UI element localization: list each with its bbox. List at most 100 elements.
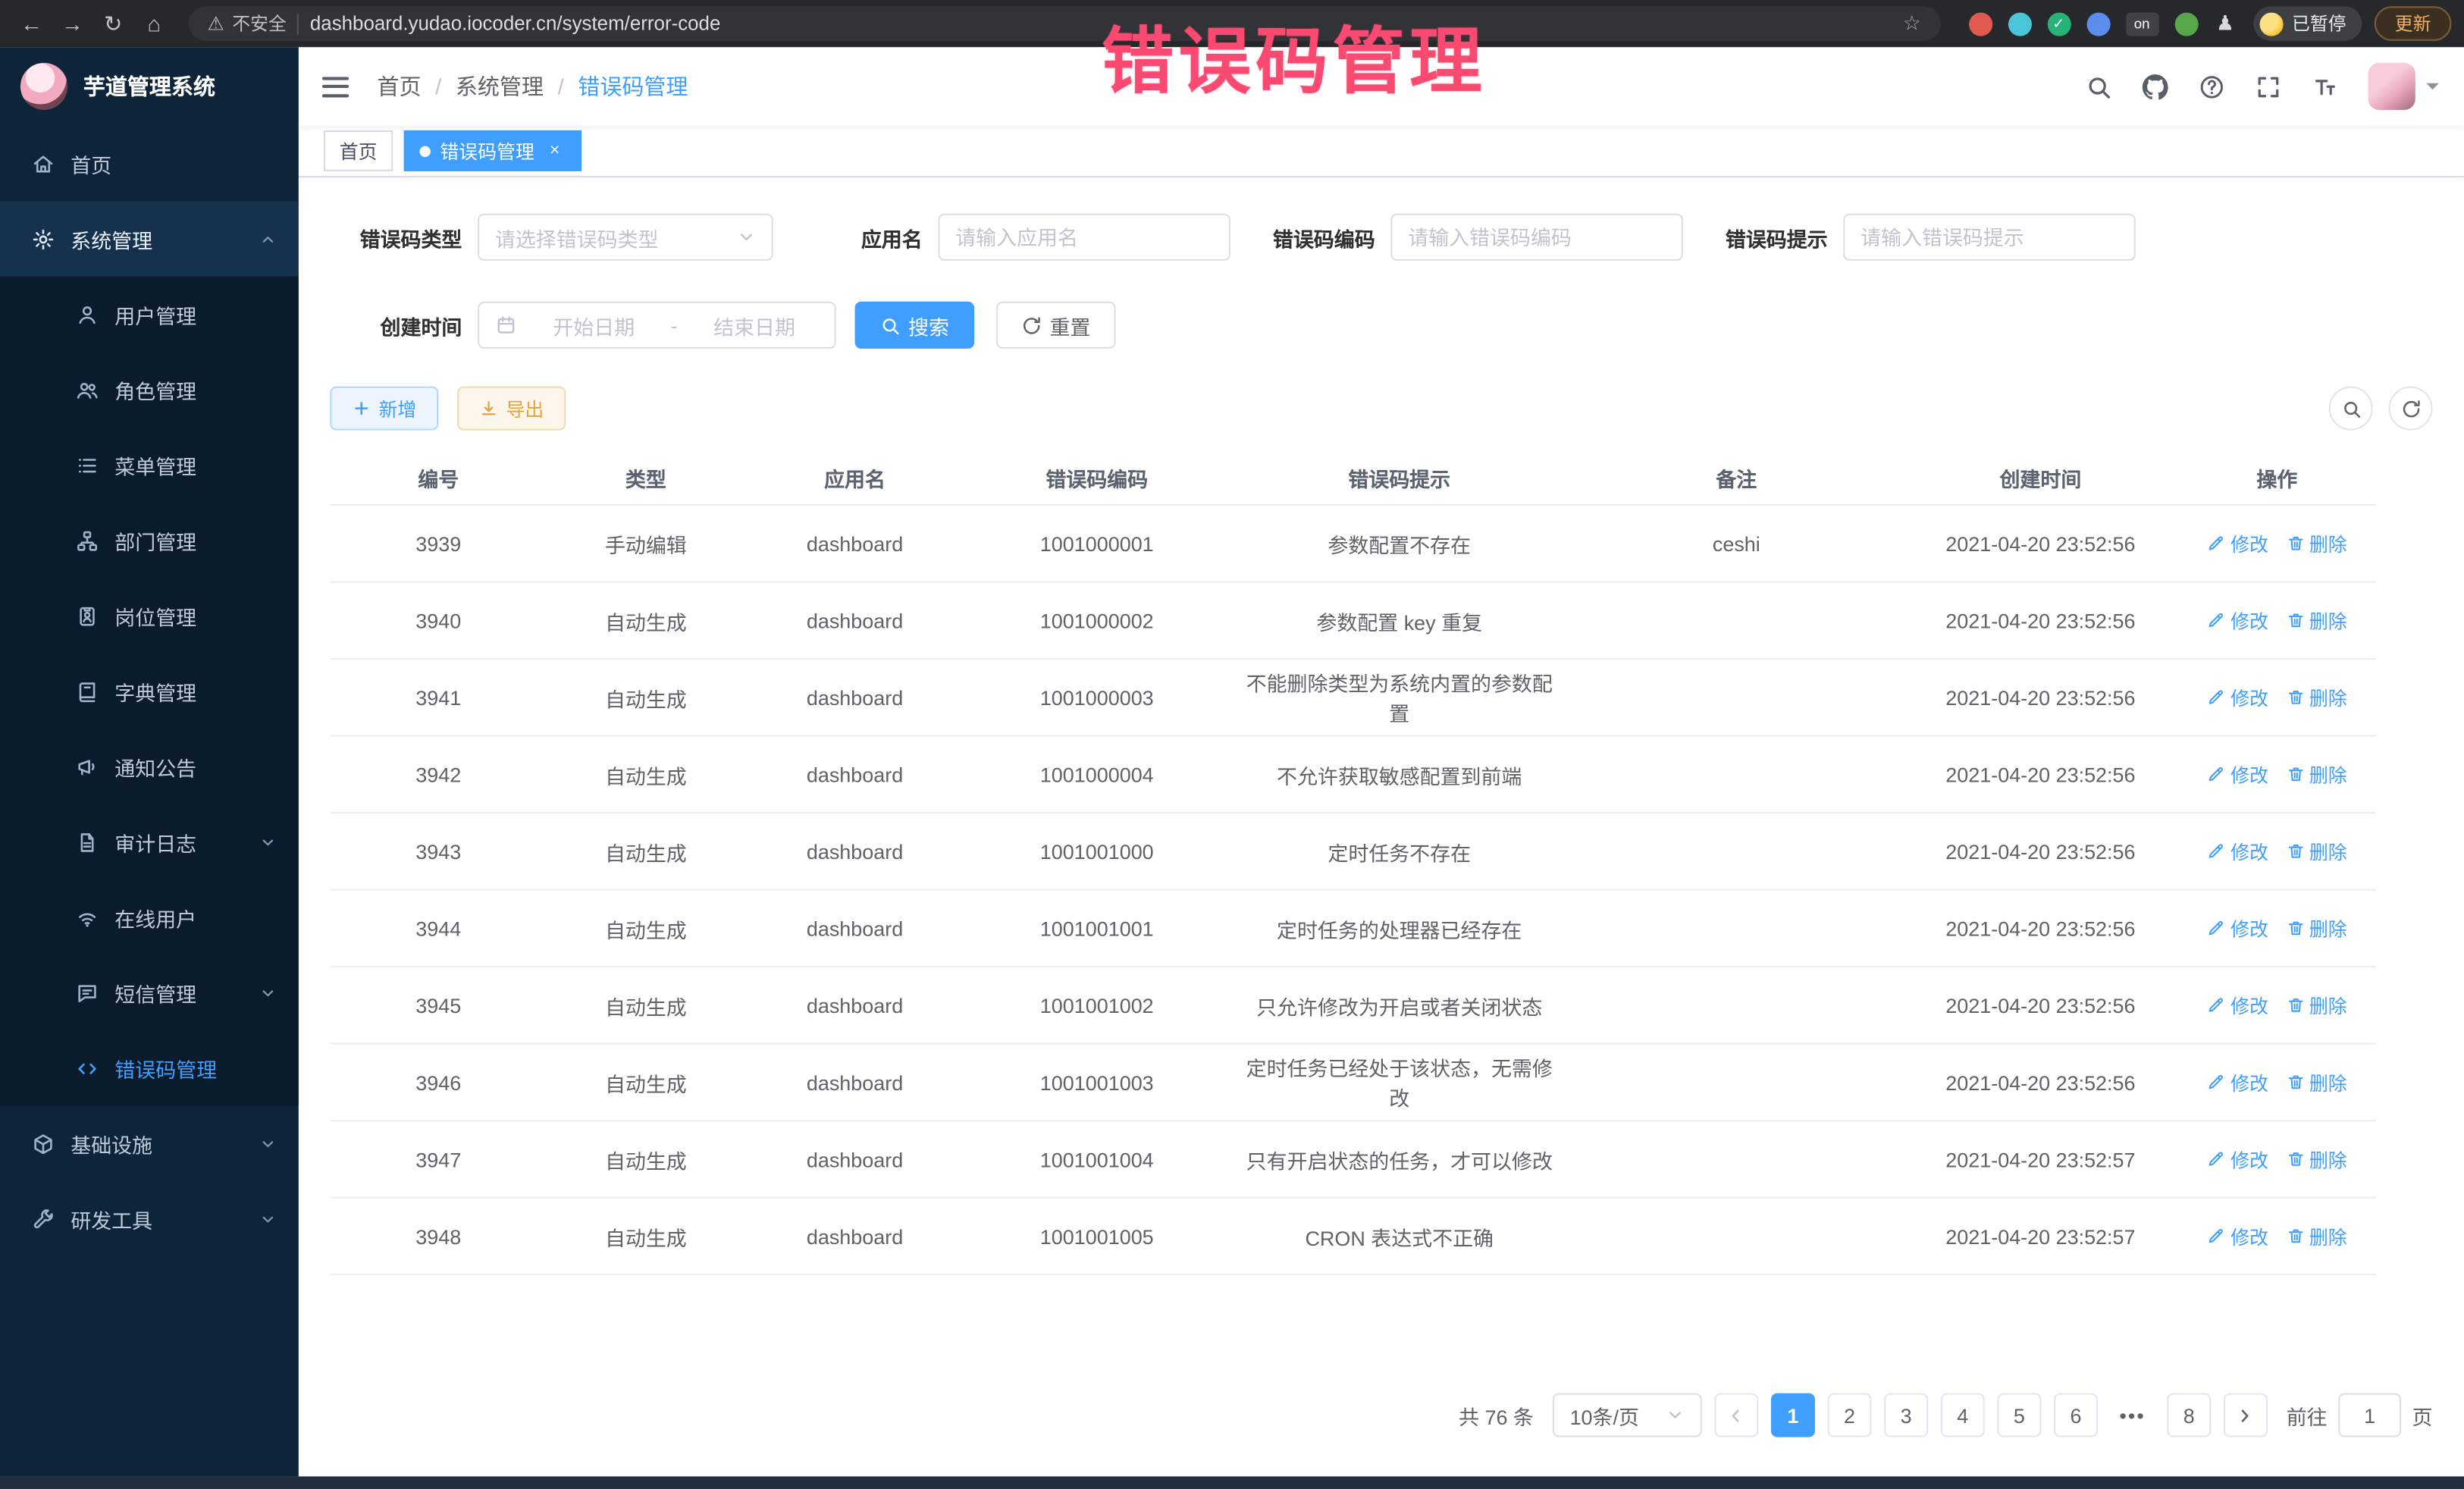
error-code-input[interactable] bbox=[1390, 214, 1683, 261]
page-button[interactable]: 8 bbox=[2167, 1393, 2211, 1437]
breadcrumb-item[interactable]: / 错误码管理 bbox=[544, 71, 688, 102]
error-type-select[interactable]: 请选择错误码类型 bbox=[478, 214, 773, 261]
date-range-picker[interactable]: 开始日期 - 结束日期 bbox=[478, 302, 836, 349]
next-page-button[interactable] bbox=[2224, 1393, 2268, 1437]
start-date-placeholder[interactable]: 开始日期 bbox=[529, 310, 658, 340]
sidebar-item[interactable]: 审计日志 bbox=[0, 804, 299, 879]
bookmark-star-icon[interactable]: ☆ bbox=[1903, 11, 1921, 36]
goto-page-input[interactable] bbox=[2338, 1393, 2401, 1437]
edit-link[interactable]: 修改 bbox=[2207, 607, 2268, 634]
breadcrumb-item[interactable]: / 系统管理 bbox=[421, 71, 543, 102]
sidebar-item[interactable]: 基础设施 bbox=[0, 1105, 299, 1180]
sidebar-toggle-button[interactable] bbox=[322, 76, 349, 96]
app-name-label: 应用名 bbox=[861, 222, 923, 252]
gear-icon bbox=[31, 227, 55, 250]
font-size-icon[interactable] bbox=[2312, 73, 2338, 99]
edit-link[interactable]: 修改 bbox=[2207, 992, 2268, 1018]
sidebar-item[interactable]: 字典管理 bbox=[0, 654, 299, 729]
sidebar-item[interactable]: 首页 bbox=[0, 126, 299, 201]
cell-message: 参数配置 key 重复 bbox=[1229, 583, 1570, 658]
tab[interactable]: 首页 × bbox=[324, 130, 393, 171]
page-button[interactable]: ••• bbox=[2111, 1393, 2155, 1437]
pawn-extension-icon[interactable]: ♟ bbox=[2213, 12, 2237, 36]
delete-link[interactable]: 删除 bbox=[2286, 992, 2347, 1018]
page-button[interactable]: 5 bbox=[1997, 1393, 2041, 1437]
search-button[interactable]: 搜索 bbox=[855, 302, 975, 349]
end-date-placeholder[interactable]: 结束日期 bbox=[690, 310, 819, 340]
sidebar-item[interactable]: 岗位管理 bbox=[0, 578, 299, 653]
sidebar-item[interactable]: 错误码管理 bbox=[0, 1030, 299, 1105]
app-name-input[interactable] bbox=[938, 214, 1230, 261]
export-button[interactable]: 导出 bbox=[457, 387, 566, 431]
sidebar-item[interactable]: 在线用户 bbox=[0, 879, 299, 955]
megaphone-icon bbox=[75, 754, 99, 778]
edit-link[interactable]: 修改 bbox=[2207, 1223, 2268, 1249]
check-extension-icon[interactable]: ✓ bbox=[2047, 12, 2071, 36]
delete-link[interactable]: 删除 bbox=[2286, 607, 2347, 634]
page-size-select[interactable]: 10条/页 bbox=[1553, 1393, 1702, 1437]
page-button[interactable]: 4 bbox=[1941, 1393, 1985, 1437]
cell-actions: 修改 删除 bbox=[2178, 737, 2376, 812]
security-warning[interactable]: ⚠ 不安全 bbox=[208, 11, 287, 36]
cell-code: 1001001002 bbox=[965, 967, 1229, 1042]
logo[interactable]: 芋道管理系统 bbox=[0, 47, 299, 126]
delete-link[interactable]: 删除 bbox=[2286, 915, 2347, 942]
delete-link[interactable]: 删除 bbox=[2286, 1146, 2347, 1172]
sidebar-item[interactable]: 研发工具 bbox=[0, 1181, 299, 1256]
edit-link[interactable]: 修改 bbox=[2207, 1146, 2268, 1172]
on-badge-extension-icon[interactable]: on bbox=[2125, 12, 2158, 36]
fullscreen-icon[interactable] bbox=[2255, 73, 2281, 99]
delete-link[interactable]: 删除 bbox=[2286, 1069, 2347, 1096]
page-button[interactable]: 3 bbox=[1884, 1393, 1928, 1437]
page-button[interactable]: 1 bbox=[1771, 1393, 1815, 1437]
question-icon[interactable] bbox=[2199, 73, 2225, 99]
error-hint-input[interactable] bbox=[1843, 214, 2136, 261]
page-button[interactable]: 6 bbox=[2054, 1393, 2098, 1437]
browser-back-button[interactable]: ← bbox=[13, 5, 51, 42]
sidebar-item[interactable]: 系统管理 bbox=[0, 201, 299, 276]
edit-link[interactable]: 修改 bbox=[2207, 761, 2268, 788]
browser-reload-button[interactable]: ↻ bbox=[94, 5, 132, 42]
delete-link[interactable]: 删除 bbox=[2286, 761, 2347, 788]
browser-update-button[interactable]: 更新 bbox=[2375, 6, 2452, 41]
user-avatar-menu[interactable] bbox=[2368, 63, 2439, 110]
delete-link-label: 删除 bbox=[2309, 684, 2347, 710]
sidebar-item[interactable]: 菜单管理 bbox=[0, 428, 299, 503]
delete-link[interactable]: 删除 bbox=[2286, 684, 2347, 710]
sidebar-item[interactable]: 角色管理 bbox=[0, 352, 299, 427]
calendar-icon bbox=[495, 314, 517, 336]
sidebar-item[interactable]: 短信管理 bbox=[0, 955, 299, 1030]
sidebar-item[interactable]: 用户管理 bbox=[0, 277, 299, 352]
teal-extension-icon[interactable] bbox=[2008, 12, 2031, 36]
close-icon[interactable]: × bbox=[544, 139, 566, 161]
reset-button[interactable]: 重置 bbox=[996, 302, 1116, 349]
prev-page-button[interactable] bbox=[1714, 1393, 1758, 1437]
profile-extension-icon[interactable] bbox=[2086, 12, 2110, 36]
address-bar[interactable]: ⚠ 不安全 dashboard.yudao.iocoder.cn/system/… bbox=[189, 6, 1940, 41]
edit-link[interactable]: 修改 bbox=[2207, 530, 2268, 556]
github-icon[interactable] bbox=[2142, 73, 2168, 99]
browser-home-button[interactable]: ⌂ bbox=[135, 5, 173, 42]
page-button[interactable]: 2 bbox=[1827, 1393, 1871, 1437]
edit-link[interactable]: 修改 bbox=[2207, 1069, 2268, 1096]
green-extension-icon[interactable] bbox=[2174, 12, 2198, 36]
browser-profile-chip[interactable]: 已暂停 bbox=[2252, 6, 2362, 41]
edit-link[interactable]: 修改 bbox=[2207, 838, 2268, 864]
add-button[interactable]: 新增 bbox=[330, 387, 438, 431]
dev-tools-icon bbox=[31, 1207, 55, 1230]
search-icon[interactable] bbox=[2085, 73, 2111, 99]
red-extension-icon[interactable] bbox=[1968, 12, 1992, 36]
edit-link[interactable]: 修改 bbox=[2207, 915, 2268, 942]
refresh-table-button[interactable] bbox=[2389, 387, 2433, 431]
breadcrumb-item[interactable]: / 首页 bbox=[377, 71, 421, 102]
edit-link[interactable]: 修改 bbox=[2207, 684, 2268, 710]
toggle-search-button[interactable] bbox=[2329, 387, 2373, 431]
delete-link[interactable]: 删除 bbox=[2286, 1223, 2347, 1249]
cell-actions: 修改 删除 bbox=[2178, 660, 2376, 735]
delete-link[interactable]: 删除 bbox=[2286, 530, 2347, 556]
tab[interactable]: 错误码管理 × bbox=[404, 130, 582, 171]
sidebar-item[interactable]: 部门管理 bbox=[0, 503, 299, 578]
delete-link[interactable]: 删除 bbox=[2286, 838, 2347, 864]
browser-forward-button[interactable]: → bbox=[53, 5, 91, 42]
sidebar-item[interactable]: 通知公告 bbox=[0, 729, 299, 804]
